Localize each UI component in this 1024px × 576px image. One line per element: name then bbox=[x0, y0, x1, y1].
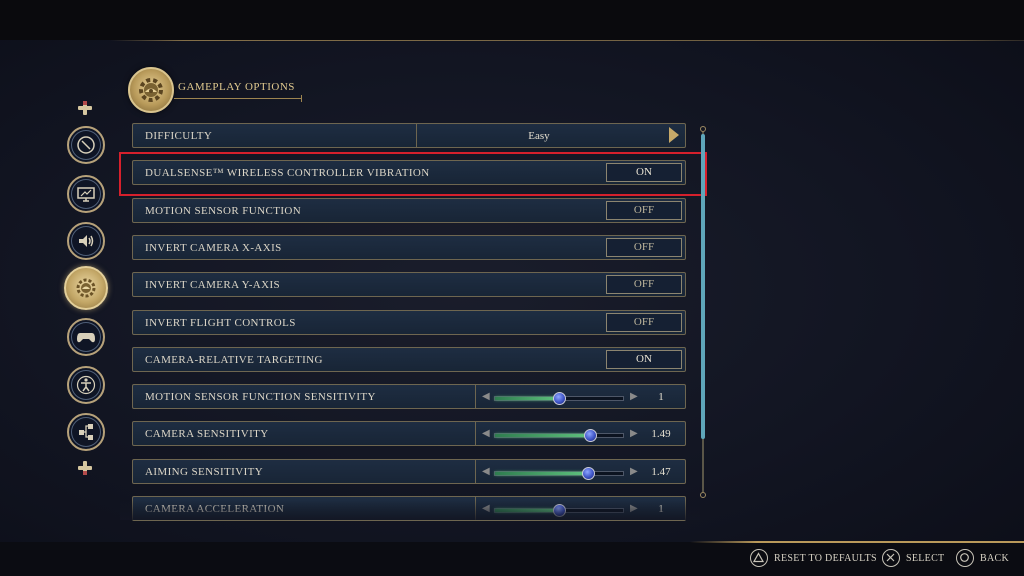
select-label: SELECT bbox=[906, 553, 945, 564]
network-icon bbox=[79, 424, 93, 440]
invert-y-toggle[interactable]: OFF bbox=[606, 275, 682, 294]
chevron-right-icon[interactable]: ▶ bbox=[630, 503, 638, 514]
setting-row-motion-sensor[interactable]: MOTION SENSOR FUNCTION OFF bbox=[132, 198, 686, 223]
scrollbar-thumb[interactable] bbox=[701, 134, 705, 439]
slider-track[interactable] bbox=[494, 392, 624, 405]
setting-row-motion-sensitivity[interactable]: MOTION SENSOR FUNCTION SENSITIVITY ◀ ▶ 1 bbox=[132, 384, 686, 409]
setting-row-invert-flight[interactable]: INVERT FLIGHT CONTROLS OFF bbox=[132, 310, 686, 335]
slider-value: 1 bbox=[658, 503, 664, 515]
setting-label: MOTION SENSOR FUNCTION SENSITIVITY bbox=[145, 391, 376, 403]
side-tab-network[interactable] bbox=[67, 413, 105, 451]
cross-button-icon bbox=[882, 549, 900, 567]
scrollbar[interactable] bbox=[699, 126, 707, 498]
difficulty-value: Easy bbox=[528, 130, 550, 142]
chevron-right-icon[interactable]: ▶ bbox=[630, 466, 638, 477]
side-tab-gameplay[interactable] bbox=[64, 266, 108, 310]
focus-highlight bbox=[119, 152, 707, 196]
side-tab-controller[interactable] bbox=[67, 318, 105, 356]
slider-fill bbox=[495, 397, 559, 400]
motion-sensor-toggle[interactable]: OFF bbox=[606, 201, 682, 220]
side-tab-accessibility[interactable] bbox=[67, 366, 105, 404]
reset-defaults-label: RESET TO DEFAULTS bbox=[774, 553, 877, 564]
setting-label: INVERT CAMERA Y-AXIS bbox=[145, 279, 281, 291]
slider-fill bbox=[495, 472, 588, 475]
setting-label: CAMERA ACCELERATION bbox=[145, 503, 285, 515]
camera-targeting-toggle[interactable]: ON bbox=[606, 350, 682, 369]
compass-icon bbox=[77, 136, 95, 154]
triangle-button-icon bbox=[750, 549, 768, 567]
setting-row-camera-acceleration[interactable]: CAMERA ACCELERATION ◀ ▶ 1 bbox=[132, 496, 686, 521]
audio-icon bbox=[79, 235, 94, 247]
side-tab-audio[interactable] bbox=[67, 222, 105, 260]
setting-label: MOTION SENSOR FUNCTION bbox=[145, 205, 302, 217]
slider-knob[interactable] bbox=[553, 392, 566, 405]
slider-track[interactable] bbox=[494, 467, 624, 480]
gear-icon bbox=[76, 278, 96, 298]
divider bbox=[475, 460, 476, 483]
setting-label: CAMERA SENSITIVITY bbox=[145, 428, 269, 440]
chevron-right-icon[interactable] bbox=[669, 127, 679, 143]
slider-value: 1 bbox=[658, 391, 664, 403]
slider-fill bbox=[495, 434, 590, 437]
setting-label: DIFFICULTY bbox=[145, 130, 213, 142]
chevron-right-icon[interactable]: ▶ bbox=[630, 391, 638, 402]
side-tab-display[interactable] bbox=[67, 175, 105, 213]
setting-row-invert-y[interactable]: INVERT CAMERA Y-AXIS OFF bbox=[132, 272, 686, 297]
setting-row-camera-sensitivity[interactable]: CAMERA SENSITIVITY ◀ ▶ 1.49 bbox=[132, 421, 686, 446]
slider-knob[interactable] bbox=[584, 429, 597, 442]
footer-divider bbox=[690, 541, 1024, 543]
slider-track[interactable] bbox=[494, 429, 624, 442]
top-letterbox bbox=[0, 0, 1024, 40]
chevron-right-icon[interactable]: ▶ bbox=[630, 428, 638, 439]
invert-flight-toggle[interactable]: OFF bbox=[606, 313, 682, 332]
setting-row-camera-targeting[interactable]: CAMERA-RELATIVE TARGETING ON bbox=[132, 347, 686, 372]
back-button[interactable]: BACK bbox=[956, 549, 1009, 569]
setting-row-difficulty[interactable]: DIFFICULTY Easy bbox=[132, 123, 686, 148]
slider-fill bbox=[495, 509, 559, 512]
setting-row-aiming-sensitivity[interactable]: AIMING SENSITIVITY ◀ ▶ 1.47 bbox=[132, 459, 686, 484]
back-label: BACK bbox=[980, 553, 1009, 564]
setting-label: AIMING SENSITIVITY bbox=[145, 466, 264, 478]
dpad-down-icon bbox=[78, 461, 92, 475]
setting-label: CAMERA-RELATIVE TARGETING bbox=[145, 354, 323, 366]
display-icon bbox=[77, 187, 95, 202]
accessibility-icon bbox=[76, 375, 96, 395]
divider bbox=[475, 497, 476, 520]
slider-value: 1.47 bbox=[651, 466, 671, 478]
divider bbox=[475, 385, 476, 408]
slider-knob[interactable] bbox=[553, 504, 566, 517]
invert-x-toggle[interactable]: OFF bbox=[606, 238, 682, 257]
side-tab-compass[interactable] bbox=[67, 126, 105, 164]
reset-defaults-button[interactable]: RESET TO DEFAULTS bbox=[750, 549, 877, 569]
page-title: GAMEPLAY OPTIONS bbox=[178, 81, 295, 93]
slider-value: 1.49 bbox=[651, 428, 671, 440]
slider-track[interactable] bbox=[494, 504, 624, 517]
divider bbox=[475, 422, 476, 445]
setting-label: INVERT FLIGHT CONTROLS bbox=[145, 317, 296, 329]
setting-label: INVERT CAMERA X-AXIS bbox=[145, 242, 282, 254]
chevron-left-icon[interactable]: ◀ bbox=[482, 503, 490, 514]
title-underline bbox=[174, 95, 302, 102]
chevron-left-icon[interactable]: ◀ bbox=[482, 428, 490, 439]
setting-row-invert-x[interactable]: INVERT CAMERA X-AXIS OFF bbox=[132, 235, 686, 260]
circle-button-icon bbox=[956, 549, 974, 567]
chevron-left-icon[interactable]: ◀ bbox=[482, 466, 490, 477]
gear-icon bbox=[128, 67, 174, 113]
controller-icon bbox=[77, 333, 95, 343]
select-button[interactable]: SELECT bbox=[882, 549, 945, 569]
dpad-up-icon bbox=[78, 101, 92, 115]
scrollbar-cap bbox=[700, 492, 706, 498]
slider-knob[interactable] bbox=[582, 467, 595, 480]
chevron-left-icon[interactable]: ◀ bbox=[482, 391, 490, 402]
top-divider bbox=[110, 40, 1024, 41]
